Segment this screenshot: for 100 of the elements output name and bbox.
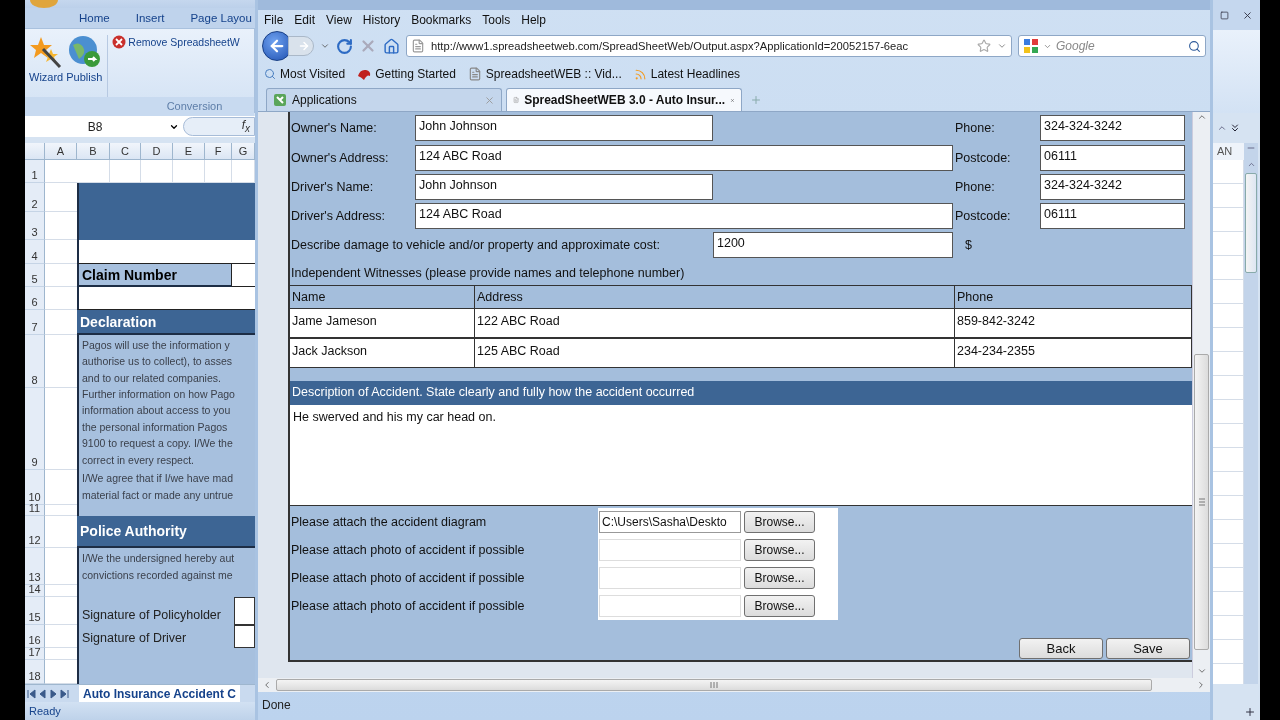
scroll-thumb[interactable] xyxy=(1194,354,1209,650)
scroll-left-icon[interactable] xyxy=(262,680,272,690)
column-header[interactable]: AN xyxy=(1213,143,1244,160)
ribbon-tab[interactable]: Insert xyxy=(135,12,165,24)
table-cell[interactable]: 125 ABC Road xyxy=(475,338,955,368)
column-header[interactable]: E xyxy=(173,143,205,159)
text-field[interactable]: 06111 xyxy=(1040,144,1185,171)
column-header[interactable]: D xyxy=(141,143,173,159)
row-header[interactable]: 15 xyxy=(25,597,45,625)
text-field[interactable]: 1200 xyxy=(713,232,953,258)
restore-icon[interactable] xyxy=(1219,10,1229,20)
sheet-tab[interactable]: Auto Insurance Accident C xyxy=(79,684,240,703)
row-header[interactable]: 16 xyxy=(25,625,45,648)
row-header[interactable]: 7 xyxy=(25,310,45,335)
browse-button[interactable]: Browse... xyxy=(744,595,815,617)
scroll-thumb[interactable] xyxy=(276,679,1152,691)
table-cell[interactable]: 234-234-2355 xyxy=(955,338,1192,368)
row-header[interactable]: 13 xyxy=(25,548,45,585)
text-field[interactable]: 124 ABC Road xyxy=(415,144,953,171)
horizontal-scrollbar[interactable] xyxy=(258,678,1210,692)
menu-item[interactable]: Bookmarks xyxy=(411,13,472,27)
text-area[interactable]: He swerved and his my car head on. xyxy=(290,405,1192,506)
file-field[interactable] xyxy=(599,595,741,617)
column-header[interactable]: C xyxy=(110,143,141,159)
scroll-up-icon[interactable] xyxy=(1196,112,1207,122)
text-field[interactable]: 324-324-3242 xyxy=(1040,114,1185,141)
scroll-thumb[interactable] xyxy=(1245,173,1257,273)
row-header[interactable]: 4 xyxy=(25,240,45,264)
expand-icon[interactable] xyxy=(1229,122,1241,134)
row-header[interactable]: 12 xyxy=(25,516,45,548)
menu-item[interactable]: Tools xyxy=(482,13,511,27)
close-icon[interactable] xyxy=(1242,9,1254,21)
scroll-icon[interactable] xyxy=(1217,123,1227,133)
office-button-icon[interactable] xyxy=(29,0,59,8)
file-field[interactable] xyxy=(599,539,741,561)
vertical-scrollbar[interactable] xyxy=(1192,112,1210,678)
dropdown-icon[interactable] xyxy=(997,41,1007,51)
ribbon-button[interactable]: Publish xyxy=(65,35,104,83)
bookmark-item[interactable]: Latest Headlines xyxy=(633,67,741,81)
file-field[interactable]: C:\Users\Sasha\Deskto xyxy=(599,511,741,533)
table-cell[interactable]: Jame Jameson xyxy=(290,308,475,338)
browser-tab[interactable]: SpreadSheetWEB 3.0 - Auto Insur... xyxy=(506,88,742,111)
menu-item[interactable]: Edit xyxy=(294,13,316,27)
action-button[interactable]: Save xyxy=(1106,638,1190,659)
menu-item[interactable]: View xyxy=(326,13,352,27)
stop-icon[interactable] xyxy=(359,37,377,55)
sheet-navigation-icon[interactable] xyxy=(27,688,71,699)
column-header[interactable]: A xyxy=(45,143,77,159)
browser-tab[interactable]: Applications xyxy=(266,88,502,111)
row-header[interactable]: 18 xyxy=(25,660,45,684)
scroll-down-icon[interactable] xyxy=(1196,666,1207,676)
bookmark-item[interactable]: Most Visited xyxy=(264,67,346,81)
scroll-right-icon[interactable] xyxy=(1196,680,1206,690)
zoom-in-icon[interactable] xyxy=(1244,706,1256,718)
menu-item[interactable]: History xyxy=(362,13,401,27)
reload-icon[interactable] xyxy=(336,37,353,55)
bookmark-star-icon[interactable] xyxy=(977,39,991,53)
row-header[interactable]: 14 xyxy=(25,585,45,597)
row-header[interactable]: 17 xyxy=(25,648,45,660)
column-header[interactable]: F xyxy=(205,143,232,159)
remove-button[interactable]: Remove SpreadsheetW xyxy=(112,35,240,49)
text-field[interactable]: John Johnson xyxy=(415,114,713,141)
name-box[interactable]: B8 xyxy=(25,119,165,134)
menu-item[interactable]: Help xyxy=(521,13,546,27)
menu-item[interactable]: File xyxy=(264,13,284,27)
browse-button[interactable]: Browse... xyxy=(744,511,815,533)
formula-field[interactable]: f$_{x}$ xyxy=(183,117,255,136)
ribbon-tab[interactable]: Home xyxy=(79,12,110,24)
split-box[interactable] xyxy=(1244,143,1258,160)
table-cell[interactable]: 859-842-3242 xyxy=(955,308,1192,338)
row-header[interactable]: 5 xyxy=(25,264,45,287)
row-header[interactable]: 8 xyxy=(25,335,45,388)
home-icon[interactable] xyxy=(383,37,400,55)
action-button[interactable]: Back xyxy=(1019,638,1103,659)
row-header[interactable]: 1 xyxy=(25,160,45,183)
browse-button[interactable]: Browse... xyxy=(744,539,815,561)
row-header[interactable]: 6 xyxy=(25,287,45,310)
row-header[interactable]: 9 xyxy=(25,388,45,470)
address-bar[interactable]: http://www1.spreadsheetweb.com/SpreadSheetWeb/Output.aspx?ApplicationId=20052157-6eac xyxy=(406,35,1012,57)
text-field[interactable]: 324-324-3242 xyxy=(1040,173,1185,200)
bookmark-item[interactable]: SpreadsheetWEB :: Vid... xyxy=(467,67,622,81)
vertical-scrollbar[interactable] xyxy=(1244,160,1258,684)
scroll-up-icon[interactable] xyxy=(1246,160,1256,169)
ribbon-tab[interactable]: Page Layou xyxy=(190,12,252,24)
row-header[interactable]: 10 xyxy=(25,470,45,505)
file-field[interactable] xyxy=(599,567,741,589)
table-cell[interactable]: 122 ABC Road xyxy=(475,308,955,338)
search-field[interactable]: Google xyxy=(1018,35,1206,57)
close-tab-icon[interactable] xyxy=(484,94,495,106)
ribbon-button[interactable]: Wizard xyxy=(28,35,65,83)
table-cell[interactable]: Jack Jackson xyxy=(290,338,475,368)
text-field[interactable]: John Johnson xyxy=(415,173,713,200)
search-icon[interactable] xyxy=(1188,39,1201,53)
column-header[interactable]: B xyxy=(77,143,110,159)
text-field[interactable]: 06111 xyxy=(1040,202,1185,229)
row-header[interactable]: 2 xyxy=(25,183,45,212)
row-header[interactable]: 3 xyxy=(25,212,45,240)
bookmark-item[interactable]: Getting Started xyxy=(357,67,456,81)
browse-button[interactable]: Browse... xyxy=(744,567,815,589)
text-field[interactable]: 124 ABC Road xyxy=(415,202,953,229)
